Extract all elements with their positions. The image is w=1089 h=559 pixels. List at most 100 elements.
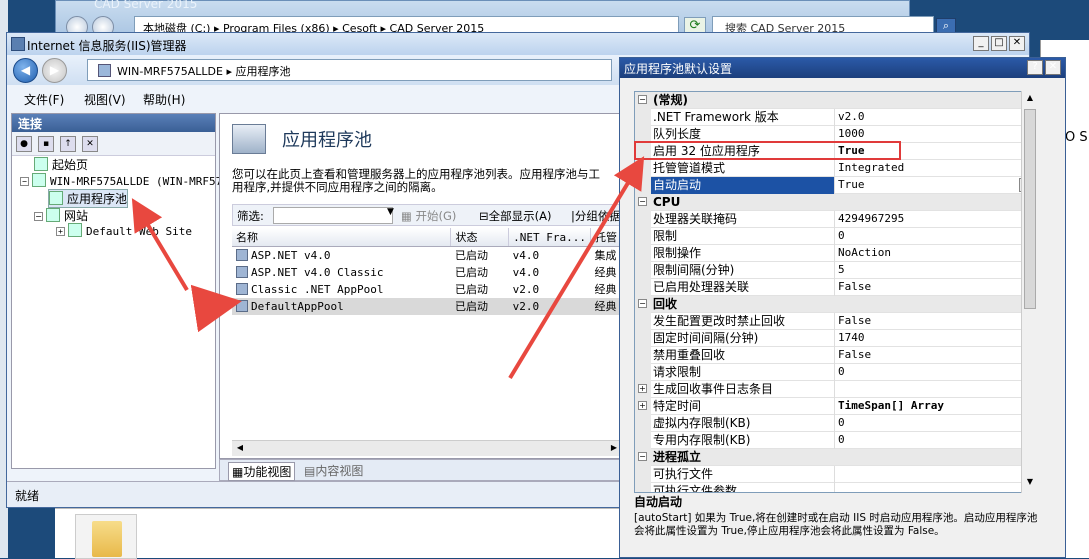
property-row[interactable]: 限制间隔(分钟) 5 bbox=[635, 262, 1035, 279]
app-pool-page-icon bbox=[232, 124, 266, 154]
property-value[interactable]: True bbox=[835, 177, 1035, 194]
property-row[interactable]: 可执行文件 bbox=[635, 466, 1035, 483]
property-name: 生成回收事件日志条目 bbox=[651, 381, 835, 398]
scroll-down-icon[interactable]: ▼ bbox=[1024, 477, 1036, 491]
iis-app-icon bbox=[11, 37, 25, 51]
help-body: [autoStart] 如果为 True,将在创建时或在启动 IIS 时启动应用… bbox=[634, 512, 1038, 537]
property-value[interactable]: 4294967295 bbox=[835, 211, 1035, 228]
tree-sites[interactable]: − 网站 bbox=[34, 207, 88, 224]
maximize-button[interactable]: □ bbox=[991, 36, 1007, 51]
property-value[interactable]: 0 bbox=[835, 432, 1035, 449]
horizontal-scrollbar[interactable]: ◀ ▶ bbox=[232, 440, 622, 456]
property-row[interactable]: + 生成回收事件日志条目 bbox=[635, 381, 1035, 398]
property-row[interactable]: 处理器关联掩码 4294967295 bbox=[635, 211, 1035, 228]
property-row[interactable]: 已启用处理器关联 False bbox=[635, 279, 1035, 296]
property-value[interactable]: 1740 bbox=[835, 330, 1035, 347]
help-button[interactable]: ? bbox=[1027, 60, 1043, 75]
scroll-thumb[interactable] bbox=[1024, 109, 1036, 309]
scroll-left-icon[interactable]: ◀ bbox=[234, 443, 246, 455]
back-arrow-icon[interactable]: ◀ bbox=[13, 58, 38, 83]
tree-server[interactable]: − WIN-MRF575ALLDE (WIN-MRF57 bbox=[20, 173, 222, 188]
property-grid-scrollbar[interactable]: ▲ ▼ bbox=[1021, 91, 1037, 493]
property-value[interactable] bbox=[835, 466, 1035, 483]
menu-view[interactable]: 视图(V) bbox=[84, 91, 126, 108]
property-row[interactable]: .NET Framework 版本 v2.0 bbox=[635, 109, 1035, 126]
group-by-button[interactable]: |分组依据 bbox=[571, 208, 621, 224]
server-icon bbox=[98, 64, 111, 77]
up-level-icon[interactable]: ↑ bbox=[60, 136, 76, 152]
table-row[interactable]: ASP.NET v4.0 Classic 已启动 v4.0 经典 bbox=[232, 264, 622, 281]
property-name: 禁用重叠回收 bbox=[651, 347, 835, 364]
tree-app-pools[interactable]: 应用程序池 bbox=[48, 189, 129, 208]
close-button[interactable]: ✕ bbox=[1009, 36, 1025, 51]
features-view-tab[interactable]: ▦功能视图 bbox=[228, 462, 296, 481]
property-row[interactable]: 禁用重叠回收 False bbox=[635, 347, 1035, 364]
folder-icon[interactable] bbox=[75, 514, 137, 559]
dialog-title-bar[interactable]: 应用程序池默认设置 ? ✕ bbox=[620, 58, 1065, 78]
property-value[interactable]: False bbox=[835, 347, 1035, 364]
property-row[interactable]: 限制 0 bbox=[635, 228, 1035, 245]
disconnect-icon[interactable]: ✕ bbox=[82, 136, 98, 152]
property-value[interactable]: 5 bbox=[835, 262, 1035, 279]
property-row[interactable]: 可执行文件参数 bbox=[635, 483, 1035, 492]
forward-arrow-icon[interactable]: ▶ bbox=[42, 58, 67, 83]
filter-start-button[interactable]: ▦ 开始(G) bbox=[401, 208, 456, 224]
tree-default-site[interactable]: + Default Web Site bbox=[56, 223, 192, 238]
property-row[interactable]: 虚拟内存限制(KB) 0 bbox=[635, 415, 1035, 432]
property-category[interactable]: − CPU bbox=[635, 194, 1035, 211]
breadcrumb[interactable]: WIN-MRF575ALLDE ▸ 应用程序池 bbox=[87, 59, 612, 81]
property-value[interactable]: NoAction bbox=[835, 245, 1035, 262]
iis-title-bar[interactable]: Internet 信息服务(IIS)管理器 _ □ ✕ bbox=[7, 33, 1029, 55]
background-file-pane bbox=[55, 508, 635, 559]
property-row[interactable]: + 特定时间 TimeSpan[] Array bbox=[635, 398, 1035, 415]
property-value[interactable]: TimeSpan[] Array bbox=[835, 398, 1035, 415]
col-net[interactable]: .NET Fra... bbox=[508, 228, 591, 247]
property-value[interactable]: 0 bbox=[835, 415, 1035, 432]
table-row-selected[interactable]: DefaultAppPool 已启动 v2.0 经典 bbox=[232, 297, 622, 315]
filter-label: 筛选: bbox=[237, 209, 264, 223]
property-category[interactable]: − 回收 bbox=[635, 296, 1035, 313]
menu-help[interactable]: 帮助(H) bbox=[143, 91, 185, 108]
property-value[interactable]: False bbox=[835, 279, 1035, 296]
filter-input[interactable] bbox=[273, 207, 393, 224]
property-value[interactable]: False bbox=[835, 313, 1035, 330]
highlight-box bbox=[634, 141, 901, 160]
app-pools-page: 应用程序池 您可以在此页上查看和管理服务器上的应用程序池列表。应用程序池与工 用… bbox=[219, 113, 622, 459]
save-icon[interactable]: ▪ bbox=[38, 136, 54, 152]
scroll-up-icon[interactable]: ▲ bbox=[1024, 93, 1036, 107]
property-row[interactable]: 固定时间间隔(分钟) 1740 bbox=[635, 330, 1035, 347]
filter-dropdown-icon[interactable]: ▼ bbox=[387, 207, 394, 217]
content-view-tab[interactable]: ▤内容视图 bbox=[304, 462, 363, 479]
table-row[interactable]: ASP.NET v4.0 已启动 v4.0 集成 bbox=[232, 247, 622, 264]
property-row[interactable]: 限制操作 NoAction bbox=[635, 245, 1035, 262]
property-value[interactable] bbox=[835, 381, 1035, 398]
col-name[interactable]: 名称 bbox=[232, 228, 452, 247]
tree-start-page[interactable]: 起始页 bbox=[34, 156, 88, 173]
table-row[interactable]: Classic .NET AppPool 已启动 v2.0 经典 bbox=[232, 281, 622, 298]
col-pipeline[interactable]: 托管 bbox=[590, 228, 622, 247]
property-value[interactable]: Integrated bbox=[835, 160, 1035, 177]
property-row[interactable]: 请求限制 0 bbox=[635, 364, 1035, 381]
property-value[interactable] bbox=[835, 483, 1035, 492]
property-row[interactable]: 托管管道模式 Integrated bbox=[635, 160, 1035, 177]
property-value[interactable]: v2.0 bbox=[835, 109, 1035, 126]
property-name: 限制 bbox=[651, 228, 835, 245]
property-category[interactable]: − (常规) bbox=[635, 92, 1035, 109]
property-name: 托管管道模式 bbox=[651, 160, 835, 177]
property-value[interactable]: 0 bbox=[835, 228, 1035, 245]
start-page-icon bbox=[34, 157, 48, 171]
col-status[interactable]: 状态 bbox=[450, 228, 510, 247]
app-pool-icon bbox=[236, 265, 248, 278]
menu-file[interactable]: 文件(F) bbox=[24, 91, 64, 108]
property-row[interactable]: 自动启动True▼ bbox=[635, 177, 1035, 194]
dialog-close-button[interactable]: ✕ bbox=[1045, 60, 1061, 75]
connect-icon[interactable]: ● bbox=[16, 136, 32, 152]
minimize-button[interactable]: _ bbox=[973, 36, 989, 51]
property-value[interactable]: 0 bbox=[835, 364, 1035, 381]
connections-header: 连接 bbox=[12, 114, 215, 132]
show-all-button[interactable]: ⊟全部显示(A) bbox=[479, 208, 551, 224]
property-row[interactable]: 专用内存限制(KB) 0 bbox=[635, 432, 1035, 449]
property-row[interactable]: 发生配置更改时禁止回收 False bbox=[635, 313, 1035, 330]
property-category[interactable]: − 进程孤立 bbox=[635, 449, 1035, 466]
page-description: 您可以在此页上查看和管理服务器上的应用程序池列表。应用程序池与工 用程序,并提供… bbox=[232, 168, 600, 194]
